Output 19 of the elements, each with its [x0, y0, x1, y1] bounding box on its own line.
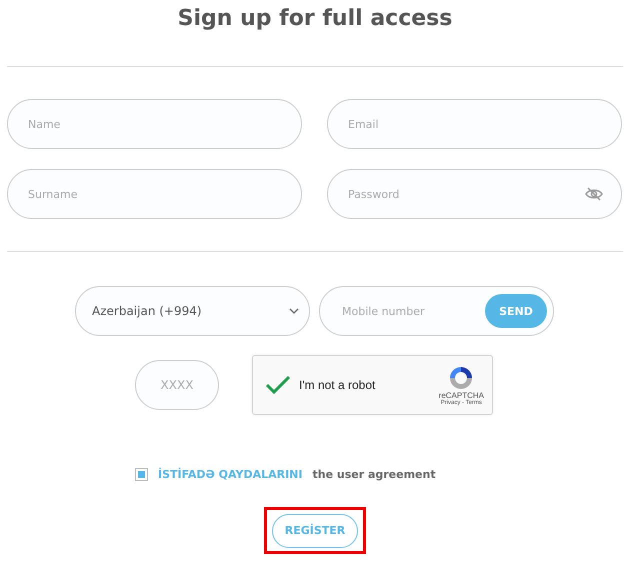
eye-slash-icon[interactable] — [585, 187, 603, 201]
register-button[interactable]: REGİSTER — [272, 514, 358, 548]
captcha-brand: reCAPTCHA — [438, 390, 484, 400]
recaptcha-logo-icon — [448, 364, 474, 390]
chevron-down-icon — [289, 308, 299, 314]
check-icon[interactable] — [265, 374, 291, 396]
page-title: Sign up for full access — [176, 6, 454, 33]
input-field[interactable]: Name — [7, 99, 302, 149]
send-button[interactable]: SEND — [485, 294, 547, 328]
input-field[interactable]: Email — [327, 99, 622, 149]
captcha-label: I'm not a robot — [299, 378, 376, 392]
input-field[interactable]: Password — [327, 169, 622, 219]
agreement-text: the user agreement — [312, 468, 436, 481]
agreement-checkbox[interactable] — [135, 468, 148, 481]
code-field[interactable]: XXXX — [135, 360, 219, 410]
input-field[interactable]: Surname — [7, 169, 302, 219]
terms-link[interactable]: İSTİFADƏ QAYDALARINI — [158, 468, 302, 481]
mobile-number-field[interactable]: Mobile number — [340, 304, 485, 318]
country-select[interactable]: Azerbaijan (+994) — [75, 286, 310, 336]
